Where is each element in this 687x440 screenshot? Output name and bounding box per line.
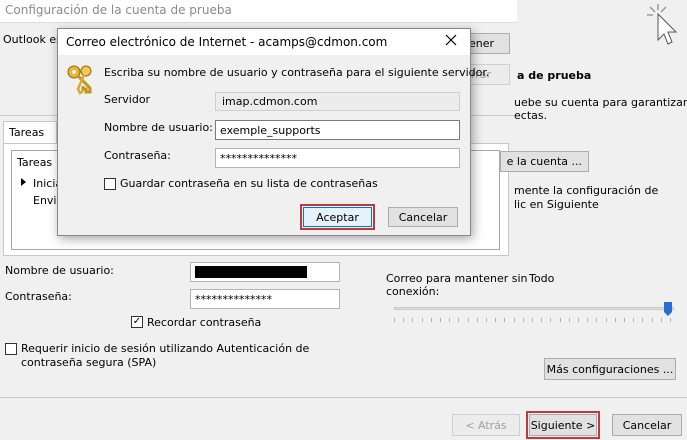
back-button[interactable]: < Atrás — [452, 414, 520, 436]
slider-tick — [431, 318, 432, 322]
offline-mail-label-line2: conexión: — [386, 285, 440, 298]
username-field[interactable] — [190, 262, 340, 282]
slider-tick — [652, 318, 653, 322]
outlook-intro-text: Outlook es — [3, 33, 62, 46]
slider-tick — [440, 318, 441, 322]
spa-label-line1: Requerir inicio de sesión utilizando Aut… — [21, 342, 310, 355]
slider-tick — [514, 318, 515, 322]
slider-tick — [661, 318, 662, 322]
server-field: imap.cdmon.com — [215, 92, 460, 111]
bottom-separator — [0, 397, 687, 398]
slider-tick — [642, 318, 643, 322]
offline-slider-ticks — [394, 318, 671, 322]
dialog-close-icon[interactable] — [444, 33, 458, 47]
slider-tick — [624, 318, 625, 322]
dialog-password-field[interactable]: ************** — [215, 148, 460, 168]
offline-mail-value: Todo — [529, 272, 555, 285]
dialog-username-field[interactable]: exemple_supports — [215, 120, 460, 140]
test-desc-line1: uebe su cuenta para garantizar — [514, 96, 687, 109]
dialog-username-label: Nombre de usuario: — [104, 121, 213, 134]
password-field[interactable]: ************** — [190, 289, 340, 309]
next-button[interactable]: Siguiente > — [526, 411, 600, 439]
slider-tick — [550, 318, 551, 322]
slider-tick — [477, 318, 478, 322]
remember-password-label: Recordar contraseña — [147, 316, 262, 329]
arrow-right-icon — [21, 178, 26, 186]
slider-tick — [495, 318, 496, 322]
slider-tick — [578, 318, 579, 322]
slider-tick — [486, 318, 487, 322]
slider-tick — [670, 318, 671, 322]
slider-tick — [596, 318, 597, 322]
password-label: Contraseña: — [5, 290, 72, 303]
dialog-title: Correo electrónico de Internet - acamps@… — [66, 35, 388, 49]
dialog-cancel-button[interactable]: Cancelar — [388, 207, 458, 227]
slider-tick — [532, 318, 533, 322]
auto-test-note-line2: lic en Siguiente — [514, 198, 599, 211]
redacted-username — [195, 266, 307, 278]
slider-tick — [633, 318, 634, 322]
slider-tick — [569, 318, 570, 322]
slider-tick — [560, 318, 561, 322]
test-heading: a de prueba — [517, 69, 592, 82]
tasks-header: Tareas — [17, 156, 53, 169]
cursor-click-icon — [646, 4, 682, 48]
tab-tareas-label: Tareas — [9, 126, 45, 139]
accept-button[interactable]: Aceptar — [300, 204, 375, 230]
test-account-button[interactable]: e la cuenta ... — [500, 151, 589, 172]
wizard-title: Configuración de la cuenta de prueba — [5, 3, 232, 17]
slider-tick — [587, 318, 588, 322]
test-desc-line2: ectas. — [514, 109, 548, 122]
slider-tick — [468, 318, 469, 322]
spa-checkbox[interactable] — [5, 343, 17, 355]
dialog-password-label: Contraseña: — [104, 149, 171, 162]
offline-mail-label-line1: Correo para mantener sin — [386, 272, 528, 285]
save-password-checkbox[interactable] — [104, 178, 116, 190]
slider-tick — [541, 318, 542, 322]
offline-slider-track[interactable] — [394, 307, 674, 310]
slider-tick — [504, 318, 505, 322]
server-label: Servidor — [104, 93, 151, 106]
slider-tick — [606, 318, 607, 322]
remember-password-checkbox[interactable]: ✓ — [131, 316, 143, 328]
auto-test-note-line1: mente la configuración de — [514, 184, 659, 197]
slider-tick — [422, 318, 423, 322]
slider-tick — [458, 318, 459, 322]
spa-label-line2: contraseña segura (SPA) — [21, 356, 157, 369]
cancel-button[interactable]: Cancelar — [612, 414, 682, 436]
offline-slider-thumb[interactable] — [664, 302, 672, 316]
slider-tick — [523, 318, 524, 322]
slider-tick — [403, 318, 404, 322]
save-password-label: Guardar contraseña en su lista de contra… — [120, 177, 378, 190]
dialog-prompt: Escriba su nombre de usuario y contraseñ… — [104, 66, 490, 79]
more-settings-button[interactable]: Más configuraciones ... — [544, 358, 676, 380]
keys-icon — [64, 62, 100, 96]
slider-tick — [394, 318, 395, 322]
slider-tick — [615, 318, 616, 322]
slider-tick — [449, 318, 450, 322]
slider-tick — [412, 318, 413, 322]
username-label: Nombre de usuario: — [5, 264, 114, 277]
